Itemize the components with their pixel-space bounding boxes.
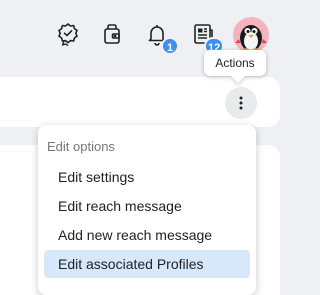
menu-item-edit-associated-profiles[interactable]: Edit associated Profiles — [44, 250, 250, 278]
menu-item-add-new-reach-message[interactable]: Add new reach message — [44, 221, 250, 249]
menu-item-edit-reach-message[interactable]: Edit reach message — [44, 192, 250, 220]
more-vertical-icon — [239, 96, 243, 110]
menu-header: Edit options — [47, 139, 115, 154]
actions-tooltip: Actions — [204, 50, 266, 76]
notification-count-badge: 1 — [161, 37, 179, 55]
edit-options-menu: Edit options Edit settings Edit reach me… — [38, 125, 256, 295]
penguin-avatar[interactable] — [233, 17, 269, 53]
menu-item-edit-settings[interactable]: Edit settings — [44, 163, 250, 191]
badge-check-icon[interactable] — [56, 22, 80, 46]
wallet-icon[interactable] — [100, 22, 124, 46]
more-actions-button[interactable] — [225, 87, 257, 119]
